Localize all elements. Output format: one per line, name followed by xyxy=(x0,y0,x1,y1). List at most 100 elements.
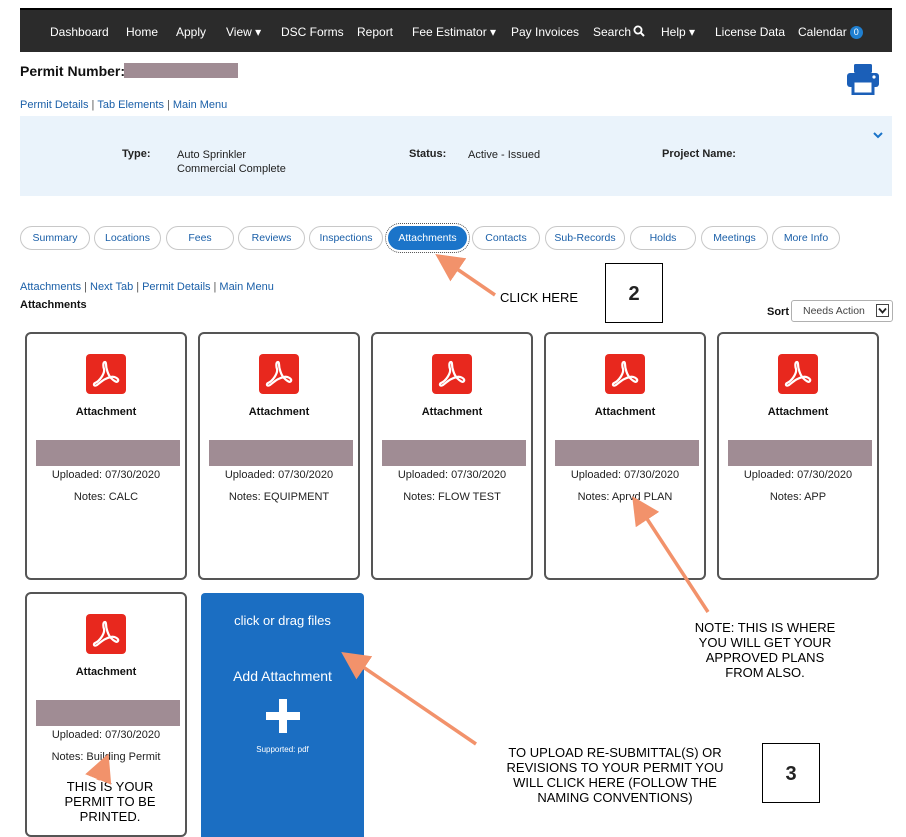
annotation-upload-note: TO UPLOAD RE-SUBMITTAL(S) OR REVISIONS T… xyxy=(506,745,724,805)
section-links: Attachments | Next Tab | Permit Details | Main… xyxy=(20,281,274,293)
nav-license-data[interactable]: License Data xyxy=(715,10,785,54)
attachment-title: Attachment xyxy=(75,406,137,418)
pdf-file-icon[interactable] xyxy=(86,354,126,394)
link-main-menu-2[interactable]: Main Menu xyxy=(219,281,273,293)
attachment-card[interactable]: Attachment Uploaded: 07/30/2020 Notes: APP xyxy=(717,332,879,580)
link-main-menu[interactable]: Main Menu xyxy=(173,99,227,111)
tab-reviews[interactable]: Reviews xyxy=(238,226,305,250)
attachment-notes: Notes: Aprvd PLAN xyxy=(577,491,673,503)
tab-fees[interactable]: Fees xyxy=(166,226,234,250)
nav-dsc-forms-label: DSC Forms xyxy=(281,25,344,39)
link-tab-elements[interactable]: Tab Elements xyxy=(97,99,164,111)
permit-number-redacted xyxy=(124,63,238,78)
pdf-file-icon[interactable] xyxy=(778,354,818,394)
type-value-1: Auto Sprinkler xyxy=(177,149,247,161)
caret-down-icon: ▾ xyxy=(486,25,497,39)
annotation-approved-plans: NOTE: THIS IS WHERE YOU WILL GET YOUR AP… xyxy=(694,620,836,680)
attachment-title: Attachment xyxy=(75,666,137,678)
pdf-file-icon[interactable] xyxy=(259,354,299,394)
project-name-label: Project Name: xyxy=(662,148,736,160)
nav-report-label: Report xyxy=(357,25,394,39)
calendar-count-badge: 0 xyxy=(849,26,863,40)
tab-contacts[interactable]: Contacts xyxy=(472,226,540,250)
add-attachment-label: Add Attachment xyxy=(233,668,332,684)
permit-info-panel xyxy=(20,116,892,196)
tab-holds[interactable]: Holds xyxy=(630,226,696,250)
plus-icon xyxy=(266,699,300,733)
caret-down-icon: ▾ xyxy=(685,25,696,39)
status-label: Status: xyxy=(409,148,447,160)
attachment-title: Attachment xyxy=(421,406,483,418)
annotation-step-3: 3 xyxy=(762,743,820,803)
attachment-notes: Notes: EQUIPMENT xyxy=(228,491,330,503)
nav-apply[interactable]: Apply xyxy=(176,10,206,54)
attachment-uploaded-date: Uploaded: 07/30/2020 xyxy=(224,469,334,481)
attachment-notes: Notes: Building Permit xyxy=(51,751,161,763)
attachment-name-redacted xyxy=(209,440,353,466)
tab-meetings[interactable]: Meetings xyxy=(701,226,768,250)
chevron-down-icon[interactable] xyxy=(872,128,884,140)
tab-attachments[interactable]: Attachments xyxy=(385,223,470,253)
tab-inspections[interactable]: Inspections xyxy=(309,226,383,250)
nav-search[interactable]: Search xyxy=(593,10,645,54)
attachment-card[interactable]: Attachment Uploaded: 07/30/2020 Notes: CAL… xyxy=(25,332,187,580)
supported-types: Supported: pdf xyxy=(256,745,309,754)
link-permit-details-2[interactable]: Permit Details xyxy=(142,281,210,293)
search-icon xyxy=(631,25,645,39)
attachment-card[interactable]: Attachment Uploaded: 07/30/2020 Notes: FLO… xyxy=(371,332,533,580)
nav-report[interactable]: Report xyxy=(357,10,393,54)
nav-dsc-forms[interactable]: DSC Forms xyxy=(281,10,344,54)
top-links: Permit Details | Tab Elements | Main Menu xyxy=(20,99,228,111)
nav-view[interactable]: View ▾ xyxy=(226,10,261,54)
link-attachments[interactable]: Attachments xyxy=(20,281,81,293)
attachment-name-redacted xyxy=(382,440,526,466)
annotation-permit-printed: THIS IS YOUR PERMIT TO BE PRINTED. xyxy=(64,779,156,824)
dropdown-arrow-icon xyxy=(876,304,889,317)
sort-value: Needs Action xyxy=(803,305,865,317)
sort-select[interactable]: Needs Action xyxy=(791,300,893,322)
type-label: Type: xyxy=(122,148,151,160)
status-value: Active - Issued xyxy=(468,149,541,161)
add-attachment-dropzone[interactable]: click or drag files Add Attachment Suppo… xyxy=(201,593,364,837)
attachment-card[interactable]: Attachment Uploaded: 07/30/2020 Notes: EQU… xyxy=(198,332,360,580)
annotation-click-here: CLICK HERE xyxy=(500,290,579,305)
attachment-name-redacted xyxy=(555,440,699,466)
attachment-uploaded-date: Uploaded: 07/30/2020 xyxy=(743,469,853,481)
nav-calendar-label: Calendar xyxy=(798,25,847,39)
nav-license-data-label: License Data xyxy=(715,25,786,39)
type-value-2: Commercial Complete xyxy=(177,163,286,175)
attachment-title: Attachment xyxy=(594,406,656,418)
tab-sub-records[interactable]: Sub-Records xyxy=(545,226,625,250)
top-nav-bar: Dashboard Home Apply View ▾ DSC Forms Report F… xyxy=(20,8,892,52)
nav-pay-invoices-label: Pay Invoices xyxy=(511,25,580,39)
attachment-name-redacted xyxy=(728,440,872,466)
tab-locations[interactable]: Locations xyxy=(94,226,161,250)
attachments-heading: Attachments xyxy=(20,299,87,311)
sort-label: Sort xyxy=(767,306,789,318)
attachment-uploaded-date: Uploaded: 07/30/2020 xyxy=(570,469,680,481)
pdf-file-icon[interactable] xyxy=(432,354,472,394)
drag-files-text: click or drag files xyxy=(234,613,331,628)
nav-home-label: Home xyxy=(126,25,159,39)
print-icon[interactable] xyxy=(846,63,880,96)
nav-view-label: View xyxy=(226,25,252,39)
pdf-file-icon[interactable] xyxy=(605,354,645,394)
nav-help[interactable]: Help ▾ xyxy=(661,10,695,54)
link-next-tab[interactable]: Next Tab xyxy=(90,281,133,293)
arrow-to-upload xyxy=(341,652,477,746)
attachment-notes: Notes: APP xyxy=(769,491,827,503)
nav-dashboard[interactable]: Dashboard xyxy=(50,10,109,54)
nav-calendar[interactable]: Calendar 0 xyxy=(798,10,863,54)
attachment-uploaded-date: Uploaded: 07/30/2020 xyxy=(51,729,161,741)
pdf-file-icon[interactable] xyxy=(86,614,126,654)
link-permit-details[interactable]: Permit Details xyxy=(20,99,88,111)
nav-fee-estimator[interactable]: Fee Estimator ▾ xyxy=(412,10,496,54)
annotation-step-2: 2 xyxy=(605,263,663,323)
tab-more-info[interactable]: More Info xyxy=(772,226,840,250)
tab-summary[interactable]: Summary xyxy=(20,226,90,250)
nav-fee-estimator-label: Fee Estimator xyxy=(412,25,487,39)
nav-home[interactable]: Home xyxy=(126,10,158,54)
attachment-card[interactable]: Attachment Uploaded: 07/30/2020 Notes: Apr… xyxy=(544,332,706,580)
nav-pay-invoices[interactable]: Pay Invoices xyxy=(511,10,579,54)
permit-number-label: Permit Number: xyxy=(20,63,126,79)
